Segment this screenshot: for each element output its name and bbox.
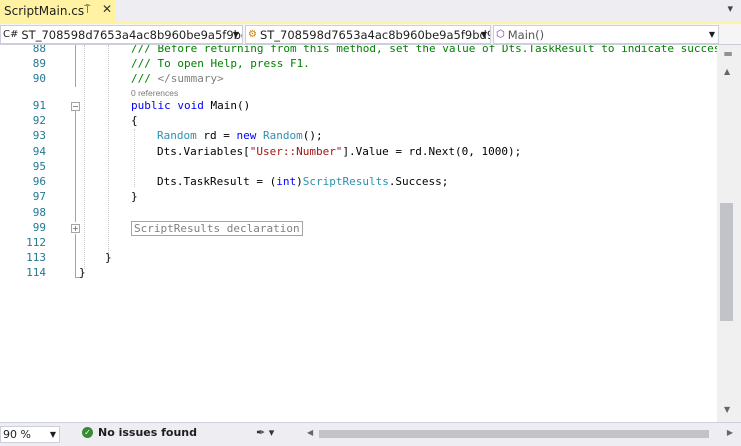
code-comment-line: /// </summary> bbox=[131, 72, 224, 85]
code-type: Random bbox=[263, 129, 303, 142]
code-line-variables: Dts.Variables["User::Number"].Value = rd… bbox=[157, 145, 521, 158]
project-label: ST_708598d7653a4ac8b960be9a5f9bd9a bbox=[21, 27, 243, 42]
navigation-bar: C# ST_708598d7653a4ac8b960be9a5f9bd9a ▼ … bbox=[0, 24, 741, 45]
line-number: 97 bbox=[32, 190, 46, 203]
tab-scriptmain[interactable]: ScriptMain.cs ⍑ ✕ bbox=[0, 0, 116, 22]
chevron-down-icon[interactable]: ▾ bbox=[727, 2, 733, 15]
code-type: Random bbox=[157, 129, 197, 142]
chevron-down-icon[interactable]: ▼ bbox=[709, 30, 715, 39]
code-line-main: public void Main() bbox=[131, 99, 250, 112]
split-icon[interactable]: ═ bbox=[721, 47, 735, 61]
outline-line bbox=[75, 234, 76, 278]
zoom-dropdown[interactable]: 90 % ▼ bbox=[0, 426, 60, 443]
code-string: "User::Number" bbox=[249, 145, 343, 158]
project-dropdown[interactable]: C# ST_708598d7653a4ac8b960be9a5f9bd9a ▼ bbox=[0, 25, 243, 44]
code-type: ScriptResults bbox=[302, 175, 389, 188]
code-comment: /// Before returning from this method, s… bbox=[131, 45, 717, 55]
tab-title: ScriptMain.cs bbox=[4, 4, 85, 18]
chevron-down-icon[interactable]: ▼ bbox=[233, 30, 239, 39]
method-icon: ⬡ bbox=[496, 29, 505, 40]
code-keyword: void bbox=[177, 99, 204, 112]
code-text: Dts.TaskResult = ( bbox=[157, 175, 277, 188]
line-number: 98 bbox=[32, 206, 46, 219]
line-number: 95 bbox=[32, 160, 46, 173]
indent-guide bbox=[134, 129, 135, 187]
class-dropdown[interactable]: ⚙ ST_708598d7653a4ac8b960be9a5f9bd9a ▼ bbox=[245, 25, 491, 44]
code-line-taskresult: Dts.TaskResult = (int)ScriptResults.Succ… bbox=[157, 175, 448, 188]
code-text: .Success; bbox=[388, 175, 449, 188]
scroll-left-icon[interactable]: ◀ bbox=[307, 428, 313, 437]
chevron-down-icon[interactable]: ▼ bbox=[481, 30, 487, 39]
check-circle-icon: ✓ bbox=[82, 427, 93, 438]
code-cleanup-icon[interactable]: ✒ ▾ bbox=[256, 426, 274, 439]
code-keyword: new bbox=[236, 129, 257, 142]
class-icon: ⚙ bbox=[248, 29, 257, 40]
indent-guide bbox=[84, 45, 85, 269]
expand-icon[interactable]: + bbox=[71, 224, 80, 233]
collapsed-region[interactable]: ScriptResults declaration bbox=[131, 221, 303, 236]
document-tab-bar: ScriptMain.cs ⍑ ✕ ▾ bbox=[0, 0, 741, 22]
code-text: Dts.Variables[ bbox=[157, 145, 250, 158]
issues-label: No issues found bbox=[98, 426, 198, 439]
code-line-random: Random rd = new Random(); bbox=[157, 129, 323, 142]
line-number: 89 bbox=[32, 57, 46, 70]
code-keyword: public bbox=[131, 99, 171, 112]
class-label: ST_708598d7653a4ac8b960be9a5f9bd9a bbox=[259, 27, 491, 42]
pin-icon[interactable]: ⍑ bbox=[84, 3, 91, 17]
scrollbar-thumb[interactable] bbox=[720, 203, 733, 321]
code-brace: } bbox=[105, 251, 112, 264]
chevron-down-icon[interactable]: ▼ bbox=[50, 430, 56, 439]
code-text: Main() bbox=[203, 99, 251, 112]
csharp-icon: C# bbox=[3, 29, 19, 40]
code-comment: /// To open Help, press F1. bbox=[131, 57, 310, 70]
code-text: rd = bbox=[196, 129, 237, 142]
collapse-icon[interactable]: − bbox=[71, 102, 80, 111]
code-text: (0, 1000); bbox=[455, 145, 522, 158]
member-dropdown[interactable]: ⬡ Main() ▼ bbox=[493, 25, 719, 44]
line-number: 92 bbox=[32, 114, 46, 127]
line-number: 99 bbox=[32, 221, 46, 234]
scroll-up-icon[interactable]: ▲ bbox=[724, 67, 730, 76]
code-brace: } bbox=[79, 266, 86, 279]
vertical-scrollbar[interactable]: ═ ▲ ▼ bbox=[717, 45, 741, 422]
codelens-references[interactable]: 0 references bbox=[131, 88, 178, 98]
scrollbar-thumb[interactable] bbox=[319, 430, 709, 438]
code-brace: } bbox=[131, 190, 138, 203]
line-number: 90 bbox=[32, 72, 46, 85]
zoom-label: 90 % bbox=[3, 428, 31, 441]
indent-guide bbox=[108, 45, 109, 255]
line-number: 112 bbox=[26, 236, 46, 249]
outline-line bbox=[75, 45, 76, 87]
issues-indicator[interactable]: ✓ No issues found bbox=[82, 426, 197, 439]
line-number: 96 bbox=[32, 175, 46, 188]
line-number: 91 bbox=[32, 99, 46, 112]
outline-line bbox=[75, 111, 76, 222]
scroll-down-icon[interactable]: ▼ bbox=[724, 405, 730, 414]
horizontal-scrollbar[interactable]: ◀ ▶ bbox=[305, 428, 735, 440]
line-number: 113 bbox=[26, 251, 46, 264]
code-text: ) bbox=[296, 175, 303, 188]
code-comment: /// bbox=[131, 72, 158, 85]
member-label: Main() bbox=[507, 27, 545, 42]
code-keyword: int bbox=[276, 175, 297, 188]
code-editor[interactable]: 88 89 90 91 92 93 94 95 96 97 98 99 112 … bbox=[0, 45, 717, 422]
close-icon[interactable]: ✕ bbox=[102, 2, 112, 16]
scroll-right-icon[interactable]: ▶ bbox=[727, 428, 733, 437]
editor-status-bar: 90 % ▼ ✓ No issues found ✒ ▾ ◀ ▶ bbox=[0, 422, 741, 446]
line-number: 93 bbox=[32, 129, 46, 142]
code-method: Next bbox=[428, 145, 456, 158]
code-xml-tag: </summary> bbox=[157, 72, 224, 85]
line-number: 114 bbox=[26, 266, 46, 279]
code-text: (); bbox=[302, 129, 323, 142]
code-brace: { bbox=[131, 114, 138, 127]
line-number: 88 bbox=[32, 45, 46, 55]
code-text: ].Value = rd. bbox=[342, 145, 429, 158]
line-number: 94 bbox=[32, 145, 46, 158]
